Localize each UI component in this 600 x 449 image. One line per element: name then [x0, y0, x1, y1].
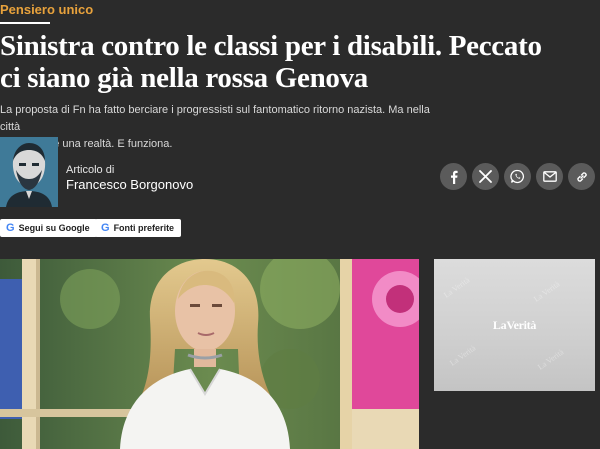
share-mail-button[interactable]	[536, 163, 563, 190]
author-name[interactable]: Francesco Borgonovo	[66, 177, 193, 193]
subtitle-line-1: La proposta di Fn ha fatto berciare i pr…	[0, 104, 430, 133]
advertisement-placeholder[interactable]: La Verità La Verità La Verità La Verità …	[434, 259, 595, 391]
author-portrait-illustration	[0, 137, 58, 207]
ad-watermark: La Verità	[532, 279, 562, 304]
x-icon	[479, 170, 492, 183]
follow-google-button[interactable]: G Segui su Google	[0, 219, 97, 237]
facebook-icon	[450, 170, 458, 184]
ad-watermark: La Verità	[442, 275, 472, 300]
ad-logo: LaVerità	[492, 317, 537, 332]
whatsapp-icon	[510, 169, 525, 184]
article-subtitle: La proposta di Fn ha fatto berciare i pr…	[0, 102, 440, 153]
headline-line-1: Sinistra contro le classi per i disabili…	[0, 30, 542, 62]
mail-icon	[542, 171, 557, 182]
share-facebook-button[interactable]	[440, 163, 467, 190]
link-icon	[576, 171, 587, 182]
follow-google-label: Segui su Google	[18, 223, 90, 233]
author-meta: Articolo di Francesco Borgonovo	[66, 164, 193, 193]
author-avatar[interactable]	[0, 137, 58, 207]
headline-line-2: ci siano già nella rossa Genova	[0, 62, 368, 94]
google-icon: G	[101, 222, 110, 234]
section-kicker[interactable]: Pensiero unico	[0, 2, 93, 17]
hero-photo	[0, 259, 419, 449]
share-x-button[interactable]	[472, 163, 499, 190]
share-link-button[interactable]	[568, 163, 595, 190]
preferred-sources-button[interactable]: G Fonti preferite	[95, 219, 182, 237]
author-kicker: Articolo di	[66, 164, 115, 176]
kicker-underline	[0, 22, 50, 24]
share-whatsapp-button[interactable]	[504, 163, 531, 190]
article-headline: Sinistra contro le classi per i disabili…	[0, 30, 600, 94]
google-icon: G	[6, 222, 15, 234]
hero-image[interactable]	[0, 259, 419, 449]
ad-watermark: La Verità	[448, 343, 478, 368]
ad-watermark: La Verità	[536, 347, 566, 372]
preferred-sources-label: Fonti preferite	[113, 223, 175, 233]
